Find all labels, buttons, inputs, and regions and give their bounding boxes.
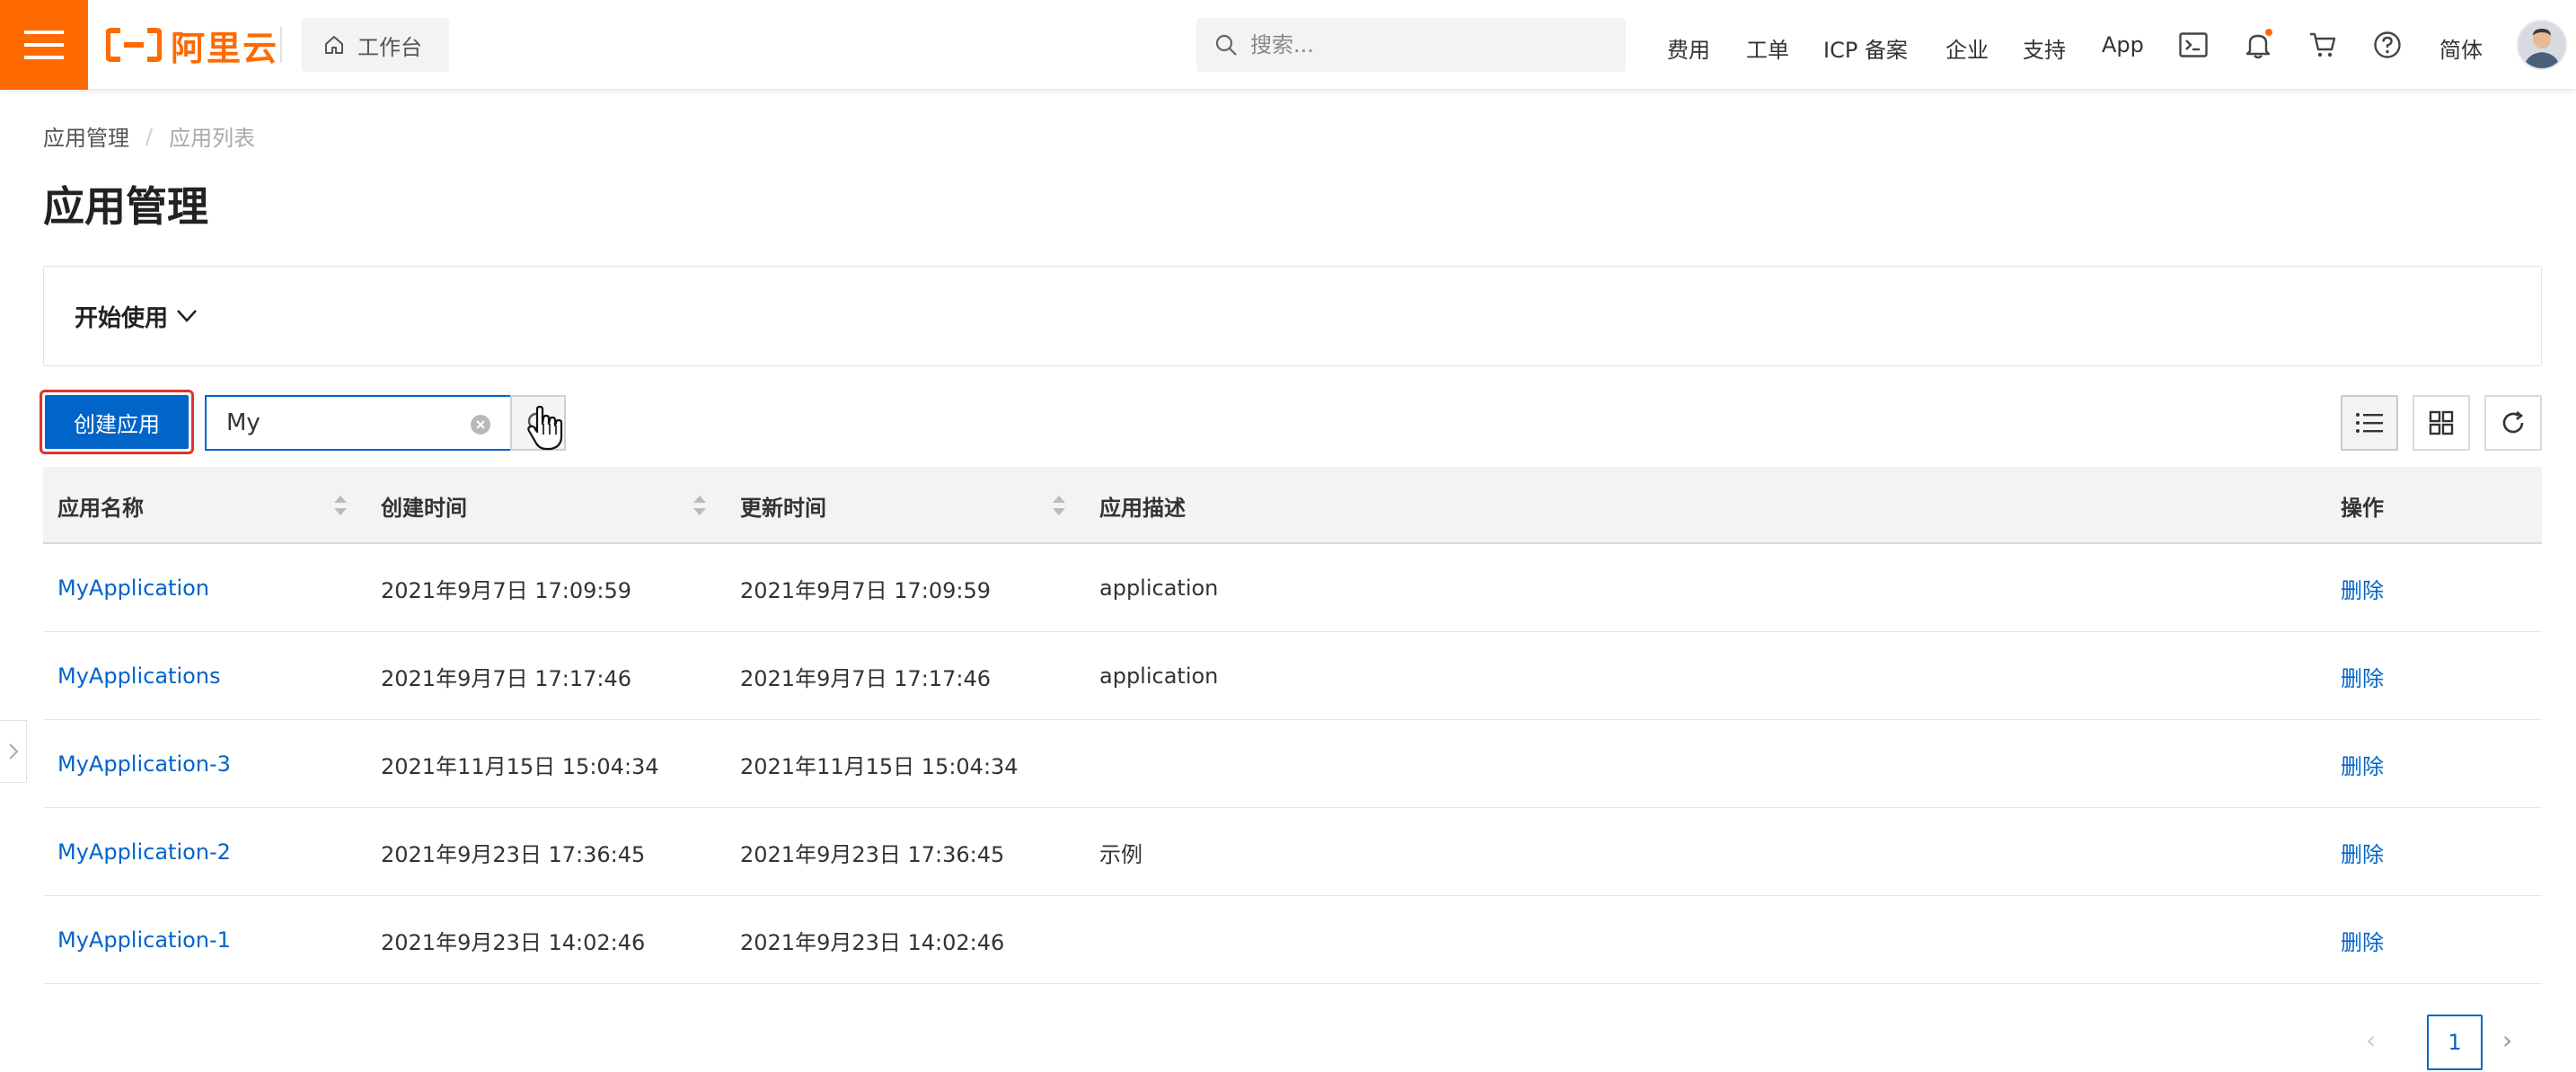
hamburger-menu-button[interactable] (0, 0, 88, 90)
help-icon (2374, 31, 2401, 58)
app-filter[interactable] (205, 395, 512, 451)
sidebar-toggle[interactable] (0, 720, 27, 783)
app-description: 示例 (1099, 841, 1142, 867)
app-description: application (1099, 576, 1219, 601)
pagination-page[interactable]: 1 (2427, 1015, 2483, 1070)
column-header-description: 应用描述 (1099, 495, 1186, 521)
notification-dot (2265, 29, 2272, 36)
nav-link-tickets[interactable]: 工单 (1746, 32, 1789, 64)
created-time: 2021年9月7日 17:09:59 (381, 577, 632, 603)
grid-view-button[interactable] (2413, 395, 2470, 451)
cart-button[interactable] (2307, 29, 2339, 61)
nav-link-enterprise[interactable]: 企业 (1945, 32, 1989, 64)
table-row: MyApplication-3 2021年11月15日 15:04:34 202… (43, 720, 2542, 808)
created-time: 2021年9月23日 17:36:45 (381, 841, 646, 867)
created-time: 2021年9月23日 14:02:46 (381, 929, 646, 955)
header-divider (280, 27, 282, 63)
workbench-label: 工作台 (357, 34, 422, 60)
home-icon (325, 36, 343, 54)
sort-icon[interactable] (332, 492, 348, 519)
refresh-button[interactable] (2484, 395, 2542, 451)
app-name-link[interactable]: MyApplications (57, 632, 221, 720)
delete-link[interactable]: 删除 (2341, 720, 2384, 808)
column-header-updated: 更新时间 (740, 495, 826, 521)
avatar-person-icon (2519, 22, 2565, 68)
delete-link[interactable]: 删除 (2341, 544, 2384, 632)
top-bar: 阿里云 工作台 费用 工单 ICP 备案 企业 支持 App (0, 0, 2576, 90)
updated-time: 2021年9月23日 14:02:46 (740, 929, 1005, 955)
clear-icon[interactable] (471, 415, 490, 435)
global-search[interactable] (1196, 18, 1626, 72)
logo-text: 阿里云 (171, 28, 279, 68)
help-button[interactable] (2371, 29, 2404, 61)
breadcrumb-separator: / (146, 123, 154, 149)
table-row: MyApplications 2021年9月7日 17:17:46 2021年9… (43, 632, 2542, 720)
search-icon (527, 412, 549, 434)
global-search-input[interactable] (1250, 32, 1610, 57)
app-name-link[interactable]: MyApplication-3 (57, 720, 231, 808)
list-icon (2356, 413, 2383, 433)
getting-started-label: 开始使用 (75, 304, 169, 332)
pagination-prev-button[interactable]: ‹ (2366, 1025, 2376, 1055)
pagination-next-button[interactable]: › (2502, 1025, 2512, 1055)
logo-bracket-icon (106, 28, 162, 62)
terminal-icon (2179, 32, 2208, 57)
nav-link-billing[interactable]: 费用 (1667, 32, 1710, 64)
search-icon (1215, 34, 1237, 56)
hamburger-icon (24, 31, 64, 59)
getting-started-panel[interactable]: 开始使用 (43, 266, 2542, 366)
create-app-label: 创建应用 (45, 395, 189, 449)
table-header: 应用名称 创建时间 更新时间 应用描述 操作 (43, 467, 2542, 544)
table-row: MyApplication-2 2021年9月23日 17:36:45 2021… (43, 808, 2542, 896)
app-table: 应用名称 创建时间 更新时间 应用描述 操作 MyApplication 202… (43, 467, 2542, 984)
create-app-button[interactable]: 创建应用 (40, 390, 194, 454)
breadcrumb-parent[interactable]: 应用管理 (43, 120, 129, 152)
refresh-icon (2502, 410, 2524, 434)
chevron-right-icon (8, 743, 18, 760)
aliyun-logo[interactable]: 阿里云 (106, 23, 278, 68)
column-header-name: 应用名称 (57, 495, 144, 521)
breadcrumb: 应用管理 / 应用列表 (43, 120, 255, 152)
list-view-button[interactable] (2341, 395, 2398, 451)
notifications-button[interactable] (2242, 29, 2274, 61)
table-row: MyApplication-1 2021年9月23日 14:02:46 2021… (43, 896, 2542, 984)
breadcrumb-current: 应用列表 (169, 126, 256, 151)
app-name-link[interactable]: MyApplication (57, 544, 209, 632)
delete-link[interactable]: 删除 (2341, 896, 2384, 984)
workbench-button[interactable]: 工作台 (302, 18, 449, 72)
nav-link-support[interactable]: 支持 (2023, 32, 2066, 64)
page-title: 应用管理 (43, 182, 208, 231)
grid-icon (2429, 410, 2454, 435)
nav-link-icp[interactable]: ICP 备案 (1823, 32, 1908, 64)
updated-time: 2021年9月7日 17:17:46 (740, 665, 992, 691)
sort-icon[interactable] (692, 492, 708, 519)
app-filter-input[interactable] (226, 409, 460, 436)
updated-time: 2021年9月23日 17:36:45 (740, 841, 1005, 867)
delete-link[interactable]: 删除 (2341, 808, 2384, 896)
sort-icon[interactable] (1051, 492, 1067, 519)
nav-link-app[interactable]: App (2102, 32, 2144, 57)
language-switcher[interactable]: 简体 (2439, 32, 2483, 64)
app-name-link[interactable]: MyApplication-2 (57, 808, 231, 896)
delete-link[interactable]: 删除 (2341, 632, 2384, 720)
terminal-button[interactable] (2177, 29, 2210, 61)
created-time: 2021年11月15日 15:04:34 (381, 753, 659, 779)
created-time: 2021年9月7日 17:17:46 (381, 665, 632, 691)
user-avatar[interactable] (2517, 20, 2567, 70)
app-name-link[interactable]: MyApplication-1 (57, 896, 231, 984)
chevron-down-icon (177, 310, 197, 322)
column-header-created: 创建时间 (381, 495, 467, 521)
cart-icon (2310, 32, 2336, 57)
column-header-actions: 操作 (2341, 495, 2384, 521)
app-description: application (1099, 663, 1219, 689)
updated-time: 2021年11月15日 15:04:34 (740, 753, 1019, 779)
updated-time: 2021年9月7日 17:09:59 (740, 577, 992, 603)
filter-search-button[interactable] (510, 395, 566, 451)
table-row: MyApplication 2021年9月7日 17:09:59 2021年9月… (43, 544, 2542, 632)
